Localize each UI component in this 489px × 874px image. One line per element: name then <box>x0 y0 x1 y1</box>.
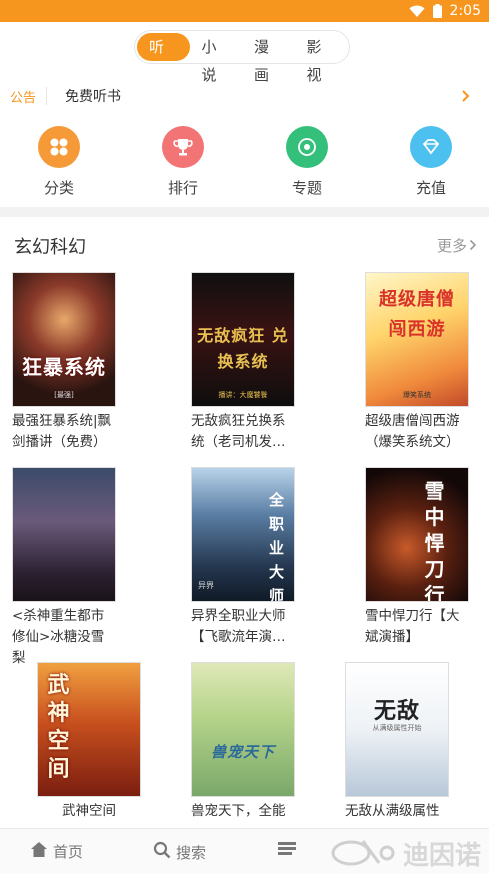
trophy-icon <box>162 126 204 168</box>
watermark: 迪因诺 <box>329 831 481 874</box>
category-ranking[interactable]: 排行 <box>143 126 223 198</box>
home-icon <box>30 841 48 862</box>
book-title: 兽宠天下，全能 <box>191 803 286 819</box>
grid-icon <box>38 126 80 168</box>
book-title: 最强狂暴系统|飘剑播讲（免费） <box>12 413 112 450</box>
tab-search[interactable]: 搜索 <box>153 841 206 863</box>
book-card[interactable]: 无敌疯狂 兑换系统 播讲：大魔饕餮 无敌疯狂兑换系统（老司机发… <box>191 272 295 453</box>
book-cover[interactable]: 无敌疯狂 兑换系统 播讲：大魔饕餮 <box>191 272 295 407</box>
book-cover[interactable]: 狂暴系统 [最强] <box>12 272 116 407</box>
cover-subtitle: 异界 <box>198 581 214 590</box>
notice-bar[interactable]: 公告 免费听书 <box>0 76 489 116</box>
chevron-right-icon <box>469 237 477 255</box>
cover-title: 武神空间 <box>47 672 71 782</box>
watermark-logo-icon <box>329 831 399 874</box>
book-cover[interactable]: 武神空间 <box>37 662 141 797</box>
diamond-icon <box>410 126 452 168</box>
book-title: 超级唐僧闯西游（爆笑系统文） <box>365 413 460 450</box>
cover-subtitle: [最强] <box>54 391 74 399</box>
content-type-switcher: 听书 小说 漫画 影视 <box>134 30 350 84</box>
status-bar: 2:05 <box>0 0 489 22</box>
book-title: 雪中悍刀行【大斌演播】 <box>365 608 460 645</box>
clock-time: 2:05 <box>449 3 481 19</box>
book-card[interactable]: 无敌 从满级属性开始 无敌从满级属性 <box>345 662 449 822</box>
tab-home[interactable]: 首页 <box>30 841 83 862</box>
category-label: 排行 <box>167 179 198 197</box>
book-title: 无敌疯狂兑换系统（老司机发… <box>191 413 286 450</box>
cover-subtitle: 从满级属性开始 <box>372 724 422 732</box>
cover-title: 无敌 <box>373 698 420 724</box>
notice-text[interactable]: 免费听书 <box>65 86 121 106</box>
book-card[interactable]: 超级唐僧闯西游 爆笑系统 超级唐僧闯西游（爆笑系统文） <box>365 272 469 453</box>
book-card[interactable]: 兽宠天下 兽宠天下，全能 <box>191 662 295 822</box>
tab-audiobook[interactable]: 听书 <box>137 33 190 84</box>
section-title: 玄幻科幻 <box>14 237 86 258</box>
category-recharge[interactable]: 充值 <box>391 126 471 198</box>
cover-title: 兽宠天下 <box>210 743 275 761</box>
book-cover[interactable]: 兽宠天下 <box>191 662 295 797</box>
book-cover[interactable] <box>12 467 116 602</box>
book-card[interactable]: 武神空间 武神空间 <box>37 662 141 822</box>
book-cover[interactable]: 超级唐僧闯西游 爆笑系统 <box>365 272 469 407</box>
section-divider <box>0 207 489 217</box>
tab-novel[interactable]: 小说 <box>190 33 243 84</box>
category-row: 分类 排行 专题 充值 <box>0 126 489 202</box>
category-classify[interactable]: 分类 <box>19 126 99 198</box>
battery-icon <box>432 4 442 18</box>
tab-video[interactable]: 影视 <box>295 33 348 84</box>
more-label: 更多 <box>436 237 467 255</box>
cover-title: 无敌疯狂 兑换系统 <box>197 326 289 371</box>
chevron-right-icon[interactable] <box>461 88 471 107</box>
cover-title: 超级唐僧闯西游 <box>379 289 455 340</box>
book-title: 无敌从满级属性 <box>345 803 440 819</box>
notice-divider <box>46 87 48 105</box>
category-topic[interactable]: 专题 <box>267 126 347 198</box>
book-card[interactable]: <杀神重生都市修仙>冰糖没雪梨 <box>12 467 116 669</box>
more-link[interactable]: 更多 <box>437 235 477 256</box>
bookshelf-icon <box>278 841 298 859</box>
cover-subtitle: 播讲：大魔饕餮 <box>218 391 268 399</box>
book-cover[interactable]: 全职业大师 异界 <box>191 467 295 602</box>
wifi-icon <box>409 5 425 18</box>
tab-label: 首页 <box>53 843 84 861</box>
category-label: 分类 <box>43 179 74 197</box>
cover-title: 全职业大师 <box>268 491 285 602</box>
category-label: 充值 <box>415 179 446 197</box>
book-card[interactable]: 狂暴系统 [最强] 最强狂暴系统|飘剑播讲（免费） <box>12 272 116 453</box>
book-title: 异界全职业大师【飞歌流年演… <box>191 608 286 645</box>
cover-subtitle: 爆笑系统 <box>403 391 431 399</box>
tab-label: 搜索 <box>176 843 207 862</box>
book-cover[interactable]: 无敌 从满级属性开始 <box>345 662 449 797</box>
book-title: <杀神重生都市修仙>冰糖没雪梨 <box>12 608 105 666</box>
cover-title: 雪中悍刀行 <box>424 479 446 602</box>
tab-comic[interactable]: 漫画 <box>242 33 295 84</box>
book-card[interactable]: 雪中悍刀行 雪中悍刀行【大斌演播】 <box>365 467 469 648</box>
book-title: 武神空间 <box>62 803 116 819</box>
book-cover[interactable]: 雪中悍刀行 <box>365 467 469 602</box>
bottom-tab-bar: 首页 搜索 迪因诺 <box>0 828 489 874</box>
tab-bookshelf[interactable] <box>278 841 303 859</box>
search-icon <box>153 841 171 863</box>
book-card[interactable]: 全职业大师 异界 异界全职业大师【飞歌流年演… <box>191 467 295 648</box>
cover-title: 狂暴系统 <box>22 355 106 379</box>
category-label: 专题 <box>291 179 322 197</box>
notice-tag: 公告 <box>10 90 37 106</box>
watermark-text: 迪因诺 <box>402 840 481 871</box>
topic-icon <box>286 126 328 168</box>
